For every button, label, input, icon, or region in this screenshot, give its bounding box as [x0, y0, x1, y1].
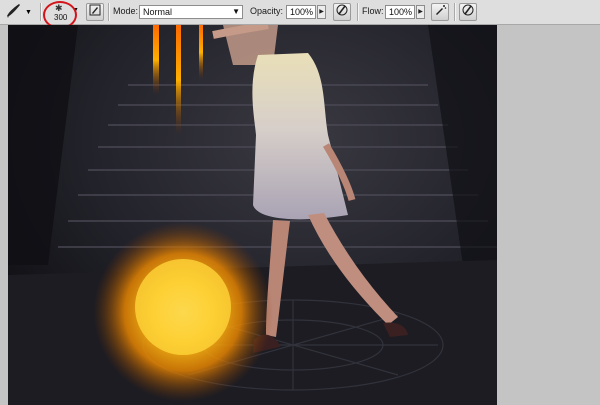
- airbrush-button[interactable]: [431, 3, 449, 21]
- flow-input[interactable]: 100%: [385, 5, 415, 19]
- airbrush-icon: [433, 3, 447, 22]
- chevron-right-icon: ▶: [418, 9, 423, 15]
- options-bar: ▼ ✱ 300 ▼ Mode: Normal ▼ Opacity: 100% ▶: [0, 0, 600, 29]
- toggle-brush-panel-button[interactable]: [86, 3, 104, 21]
- opacity-input[interactable]: 100%: [286, 5, 316, 19]
- tablet-pressure-icon: [461, 3, 475, 22]
- mode-select[interactable]: Normal ▼: [139, 5, 243, 19]
- chevron-down-icon: ▼: [232, 7, 240, 16]
- flow-slider-button[interactable]: ▶: [416, 5, 425, 19]
- brush-icon: [4, 1, 24, 24]
- flow-value: 100%: [389, 7, 413, 17]
- mode-label: Mode:: [113, 6, 139, 16]
- chevron-down-icon: ▼: [25, 8, 32, 16]
- tablet-pressure-icon: [335, 3, 349, 22]
- separator: [454, 3, 456, 21]
- opacity-value: 100%: [290, 7, 314, 17]
- document-canvas[interactable]: [8, 25, 497, 405]
- separator: [108, 3, 110, 21]
- separator: [40, 3, 42, 21]
- mode-value: Normal: [143, 7, 173, 17]
- opacity-slider-button[interactable]: ▶: [317, 5, 326, 19]
- canvas-artwork: [8, 25, 497, 405]
- brush-panel-icon: [89, 3, 101, 21]
- chevron-right-icon: ▶: [319, 9, 324, 15]
- separator: [357, 3, 359, 21]
- flow-label: Flow:: [362, 6, 384, 16]
- opacity-label: Opacity:: [250, 6, 284, 16]
- tool-preset-picker[interactable]: ▼: [4, 0, 32, 24]
- pressure-size-button[interactable]: [459, 3, 477, 21]
- pressure-opacity-button[interactable]: [333, 3, 351, 21]
